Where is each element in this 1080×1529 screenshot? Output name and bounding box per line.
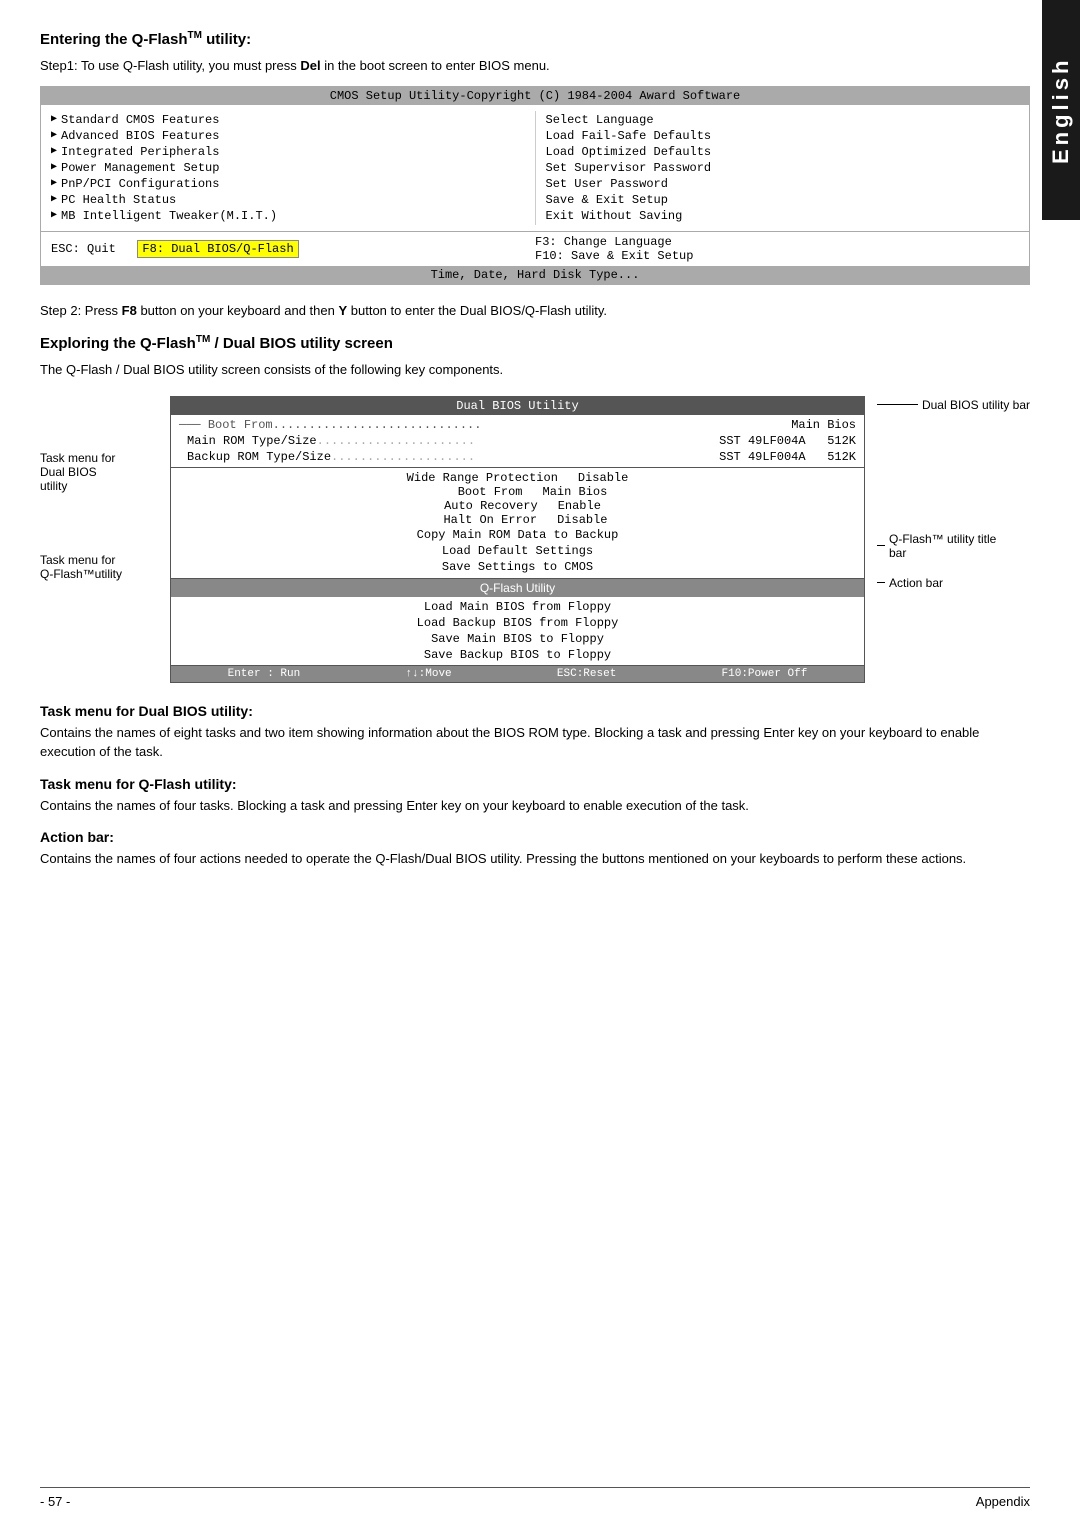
section3-text: Contains the names of eight tasks and tw… [40, 723, 1030, 762]
qflash-title-bar: Q-Flash Utility [171, 579, 864, 597]
f8-highlight: F8: Dual BIOS/Q-Flash [137, 240, 298, 258]
section2-intro: The Q-Flash / Dual BIOS utility screen c… [40, 360, 1030, 380]
left-labels: Task menu for Dual BIOS utility Task men… [40, 396, 170, 581]
page-footer: - 57 - Appendix [40, 1487, 1030, 1509]
diagram-title: Dual BIOS Utility [171, 397, 864, 415]
section5-text: Contains the names of four actions neede… [40, 849, 1030, 869]
section3-heading: Task menu for Dual BIOS utility: [40, 703, 1030, 719]
dual-bar-label: Dual BIOS utility bar [877, 398, 1030, 412]
english-tab: English [1042, 0, 1080, 220]
bios-left-menu: ▶Standard CMOS Features ▶Advanced BIOS F… [41, 111, 536, 225]
bios-title-bar: CMOS Setup Utility-Copyright (C) 1984-20… [41, 87, 1029, 105]
bios-right-menu: Select Language Load Fail-Safe Defaults … [536, 111, 1030, 225]
section1-heading: Entering the Q-FlashTM utility: [40, 30, 1030, 48]
step1-text: Step1: To use Q-Flash utility, you must … [40, 56, 1030, 76]
appendix-label: Appendix [976, 1494, 1030, 1509]
bios-screenshot: CMOS Setup Utility-Copyright (C) 1984-20… [40, 86, 1030, 285]
action-bar: Enter : Run ↑↓:Move ESC:Reset F10:Power … [171, 666, 864, 682]
step2-text: Step 2: Press F8 button on your keyboard… [40, 301, 1030, 321]
section4-text: Contains the names of four tasks. Blocki… [40, 796, 1030, 816]
action-bar-label: Action bar [877, 576, 1030, 590]
qflash-title-label: Q-Flash™ utility titlebar [877, 532, 1030, 560]
section4-heading: Task menu for Q-Flash utility: [40, 776, 1030, 792]
diagram-center: Dual BIOS Utility ─── Boot From.........… [170, 396, 865, 683]
page-number: - 57 - [40, 1494, 70, 1509]
section5-heading: Action bar: [40, 829, 1030, 845]
task-dual-label: Task menu for Dual BIOS utility [40, 451, 170, 493]
task-qflash-label: Task menu for Q-Flash™utility [40, 553, 170, 581]
section2-heading: Exploring the Q-FlashTM / Dual BIOS util… [40, 334, 1030, 352]
dual-bios-diagram: Task menu for Dual BIOS utility Task men… [40, 396, 1030, 683]
right-labels: Dual BIOS utility bar Q-Flash™ utility t… [865, 396, 1030, 590]
bios-bottom-bar: Time, Date, Hard Disk Type... [41, 266, 1029, 284]
bios-footer: ESC: Quit F8: Dual BIOS/Q-Flash F3: Chan… [41, 231, 1029, 266]
